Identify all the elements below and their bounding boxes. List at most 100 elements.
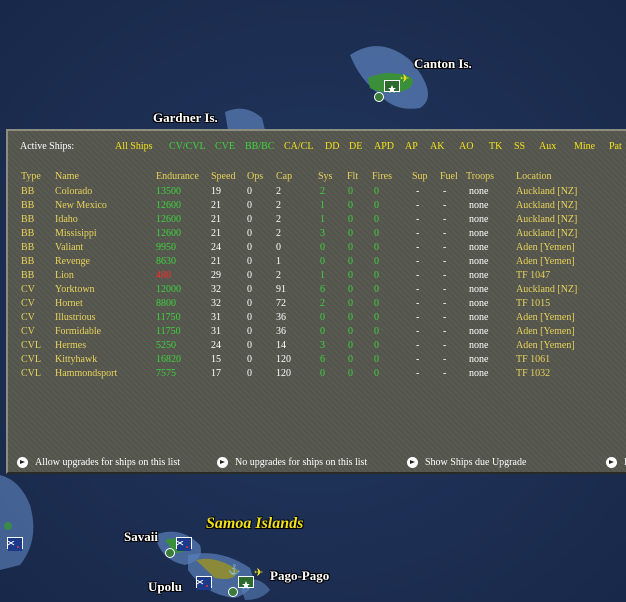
cell-troops: none — [469, 368, 489, 379]
no-upgrades-arrow-icon[interactable] — [217, 457, 228, 468]
column-header-speed[interactable]: Speed — [211, 171, 235, 183]
cell-speed: 15 — [211, 354, 221, 365]
cell-cap: 120 — [276, 354, 291, 365]
cell-endurance: 13500 — [156, 186, 181, 197]
tab-ak[interactable]: AK — [430, 141, 444, 153]
column-header-troops[interactable]: Troops — [466, 171, 494, 183]
cell-name[interactable]: Revenge — [55, 256, 90, 268]
tab-mine[interactable]: Mine — [574, 141, 595, 153]
cell-fuel: - — [443, 284, 447, 295]
cell-name[interactable]: Illustrious — [55, 312, 96, 324]
column-header-type[interactable]: Type — [21, 171, 41, 183]
cell-name[interactable]: Hermes — [55, 340, 86, 352]
column-header-location[interactable]: Location — [516, 171, 552, 183]
pago-airbase-unit[interactable] — [238, 576, 254, 589]
column-header-sys[interactable]: Sys — [318, 171, 332, 183]
cell-name[interactable]: Valiant — [55, 242, 83, 254]
tab-all-ships[interactable]: All Ships — [115, 141, 153, 153]
cell-sup: - — [416, 354, 420, 365]
savaii-base-icon[interactable] — [165, 548, 175, 558]
cell-name[interactable]: Formidable — [55, 326, 101, 338]
tab-dd[interactable]: DD — [325, 141, 339, 153]
column-header-fires[interactable]: Fires — [372, 171, 392, 183]
column-header-sup[interactable]: Sup — [412, 171, 428, 183]
column-header-name[interactable]: Name — [55, 171, 79, 183]
cell-fires: 0 — [374, 270, 379, 281]
cell-fuel: - — [443, 256, 447, 267]
allow-upgrades-arrow-icon[interactable] — [17, 457, 28, 468]
map-label-upolu: Upolu — [148, 579, 182, 594]
cell-ops: 0 — [247, 186, 252, 197]
cell-name[interactable]: Hornet — [55, 298, 83, 310]
cell-endurance: 5250 — [156, 340, 176, 351]
tab-ss[interactable]: SS — [514, 141, 525, 153]
tab-apd[interactable]: APD — [374, 141, 394, 153]
cell-fuel: - — [443, 228, 447, 239]
cell-fires: 0 — [374, 298, 379, 309]
show-upgrades-arrow-icon[interactable] — [407, 457, 418, 468]
tab-cve[interactable]: CVE — [215, 141, 235, 153]
more-arrow-icon[interactable] — [606, 457, 617, 468]
cell-cap: 14 — [276, 340, 286, 351]
cell-cap: 2 — [276, 270, 281, 281]
cell-name[interactable]: Idaho — [55, 214, 78, 226]
cell-sup: - — [416, 256, 420, 267]
column-header-cap[interactable]: Cap — [276, 171, 292, 183]
upolu-flag-unit[interactable] — [196, 576, 212, 590]
map-label-samoa: Samoa Islands — [206, 515, 304, 532]
cell-name[interactable]: Yorktown — [55, 284, 95, 296]
cell-name[interactable]: Lion — [55, 270, 74, 282]
cell-sys: 1 — [320, 270, 325, 281]
column-header-ops[interactable]: Ops — [247, 171, 263, 183]
canton-airbase-unit[interactable] — [384, 80, 400, 93]
cell-speed: 24 — [211, 242, 221, 253]
pago-base-icon[interactable] — [228, 587, 238, 597]
canton-plane-icon[interactable]: ✈ — [400, 72, 409, 85]
tab-de[interactable]: DE — [349, 141, 362, 153]
cell-cap: 91 — [276, 284, 286, 295]
cell-cap: 120 — [276, 368, 291, 379]
pago-plane-icon[interactable]: ✈ — [254, 566, 263, 579]
cell-type: BB — [21, 214, 35, 225]
cell-ops: 0 — [247, 368, 252, 379]
left-flag-unit[interactable] — [7, 537, 23, 551]
allow-upgrades-button[interactable]: Allow upgrades for ships on this list — [35, 457, 180, 469]
cell-name[interactable]: Kittyhawk — [55, 354, 97, 366]
canton-base-icon[interactable] — [374, 92, 384, 102]
no-upgrades-button[interactable]: No upgrades for ships on this list — [235, 457, 367, 469]
cell-location: Aden [Yemen] — [516, 312, 575, 323]
tab-ao[interactable]: AO — [459, 141, 473, 153]
cell-type: BB — [21, 256, 35, 267]
cell-flt: 0 — [348, 242, 353, 253]
cell-endurance: 480 — [156, 270, 171, 281]
cell-name[interactable]: New Mexico — [55, 200, 107, 212]
tab-cv-cvl[interactable]: CV/CVL — [169, 141, 206, 153]
cell-fires: 0 — [374, 312, 379, 323]
cell-fires: 0 — [374, 284, 379, 295]
tab-tk[interactable]: TK — [489, 141, 502, 153]
cell-flt: 0 — [348, 186, 353, 197]
cell-name[interactable]: Hammondsport — [55, 368, 117, 380]
tab-aux[interactable]: Aux — [539, 141, 556, 153]
cell-type: CV — [21, 284, 35, 295]
tab-pat[interactable]: Pat — [609, 141, 622, 153]
cell-ops: 0 — [247, 242, 252, 253]
cell-fires: 0 — [374, 242, 379, 253]
column-header-flt[interactable]: Flt — [347, 171, 358, 183]
cell-type: BB — [21, 242, 35, 253]
cell-name[interactable]: Colorado — [55, 186, 92, 198]
column-header-fuel[interactable]: Fuel — [440, 171, 458, 183]
cell-fuel: - — [443, 298, 447, 309]
tab-bb-bc[interactable]: BB/BC — [245, 141, 274, 153]
column-header-endurance[interactable]: Endurance — [156, 171, 199, 183]
show-upgrades-button[interactable]: Show Ships due Upgrade — [425, 457, 526, 469]
cell-endurance: 12600 — [156, 200, 181, 211]
tab-ap[interactable]: AP — [405, 141, 418, 153]
cell-name[interactable]: Missisippi — [55, 228, 97, 240]
cell-location: Auckland [NZ] — [516, 228, 578, 239]
cell-type: BB — [21, 186, 35, 197]
savaii-flag-unit[interactable] — [176, 537, 192, 551]
cell-ops: 0 — [247, 284, 252, 295]
tab-ca-cl[interactable]: CA/CL — [284, 141, 313, 153]
cell-troops: none — [469, 256, 489, 267]
